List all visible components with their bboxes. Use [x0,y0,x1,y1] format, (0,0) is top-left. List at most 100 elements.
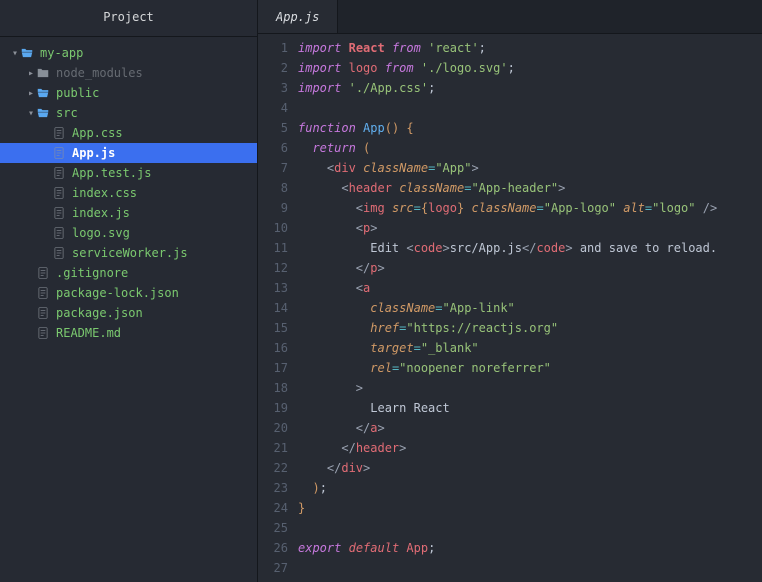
line-number: 17 [258,358,288,378]
file-icon [52,166,66,180]
code-line[interactable]: > [298,378,762,398]
line-number: 23 [258,478,288,498]
tree-item-label: src [56,106,78,120]
tree-item-index-js[interactable]: ▸index.js [0,203,257,223]
code-line[interactable]: Learn React [298,398,762,418]
code-line[interactable]: import logo from './logo.svg'; [298,58,762,78]
file-icon [52,246,66,260]
code-line[interactable]: </a> [298,418,762,438]
line-number: 11 [258,238,288,258]
tree-item-package-json[interactable]: ▸package.json [0,303,257,323]
code-line[interactable]: return ( [298,138,762,158]
folder-closed-icon [36,66,50,80]
code-line[interactable]: </header> [298,438,762,458]
code-line[interactable]: </div> [298,458,762,478]
line-number: 25 [258,518,288,538]
code-line[interactable]: <div className="App"> [298,158,762,178]
tree-item-app-test-js[interactable]: ▸App.test.js [0,163,257,183]
line-number: 6 [258,138,288,158]
file-icon [36,326,50,340]
line-number: 7 [258,158,288,178]
chevron-right-icon[interactable]: ▸ [26,68,36,79]
tree-item-app-css[interactable]: ▸App.css [0,123,257,143]
tree-item-serviceworker-js[interactable]: ▸serviceWorker.js [0,243,257,263]
code-line[interactable]: Edit <code>src/App.js</code> and save to… [298,238,762,258]
folder-open-icon [20,46,34,60]
code-line[interactable]: export default App; [298,538,762,558]
tree-item-app-js[interactable]: ▸App.js [0,143,257,163]
code-content[interactable]: import React from 'react';import logo fr… [298,34,762,582]
line-number: 15 [258,318,288,338]
tree-item-label: node_modules [56,66,143,80]
code-line[interactable] [298,98,762,118]
line-number: 8 [258,178,288,198]
tree-item-readme-md[interactable]: ▸README.md [0,323,257,343]
line-number: 19 [258,398,288,418]
code-line[interactable]: </p> [298,258,762,278]
editor: App.js 123456789101112131415161718192021… [258,0,762,582]
tree-item-my-app[interactable]: ▾ my-app [0,43,257,63]
code-line[interactable]: href="https://reactjs.org" [298,318,762,338]
tree-item--gitignore[interactable]: ▸.gitignore [0,263,257,283]
tree-item-label: public [56,86,99,100]
folder-open-icon [36,86,50,100]
tab-appjs[interactable]: App.js [258,0,338,33]
line-number: 26 [258,538,288,558]
line-number: 14 [258,298,288,318]
line-number: 5 [258,118,288,138]
tree-item-label: package.json [56,306,143,320]
code-line[interactable]: rel="noopener noreferrer" [298,358,762,378]
tree-item-label: logo.svg [72,226,130,240]
tabbar: App.js [258,0,762,34]
tree-item-index-css[interactable]: ▸index.css [0,183,257,203]
line-number: 3 [258,78,288,98]
code-line[interactable]: className="App-link" [298,298,762,318]
code-line[interactable] [298,558,762,578]
chevron-right-icon[interactable]: ▸ [26,88,36,99]
file-icon [52,186,66,200]
file-icon [36,306,50,320]
tree-item-label: my-app [40,46,83,60]
line-number: 1 [258,38,288,58]
tree-item-label: package-lock.json [56,286,179,300]
file-icon [52,126,66,140]
tree-item-public[interactable]: ▸ public [0,83,257,103]
line-number: 10 [258,218,288,238]
file-icon [52,226,66,240]
file-icon [36,286,50,300]
project-title: Project [103,10,154,24]
chevron-down-icon[interactable]: ▾ [26,108,36,119]
code-line[interactable]: target="_blank" [298,338,762,358]
sidebar: Project ▾ my-app ▸ node_modules ▸ public ▾ src ▸… [0,0,258,582]
code-line[interactable]: <a [298,278,762,298]
tree-item-label: index.css [72,186,137,200]
code-line[interactable]: } [298,498,762,518]
tree-item-package-lock-json[interactable]: ▸package-lock.json [0,283,257,303]
code-line[interactable]: <p> [298,218,762,238]
tree-item-src[interactable]: ▾ src [0,103,257,123]
line-number: 21 [258,438,288,458]
line-number: 27 [258,558,288,578]
tab-label: App.js [276,10,319,24]
file-tree: ▾my-app▸node_modules▸public▾src▸App.css▸… [0,37,257,349]
code-line[interactable]: function App() { [298,118,762,138]
file-icon [36,266,50,280]
line-number: 2 [258,58,288,78]
line-number: 12 [258,258,288,278]
code-line[interactable]: import './App.css'; [298,78,762,98]
line-number: 13 [258,278,288,298]
line-number: 16 [258,338,288,358]
tree-item-node-modules[interactable]: ▸ node_modules [0,63,257,83]
file-icon [52,206,66,220]
line-gutter: 1234567891011121314151617181920212223242… [258,34,298,582]
project-header: Project [0,0,257,37]
code-line[interactable]: <header className="App-header"> [298,178,762,198]
code-area[interactable]: 1234567891011121314151617181920212223242… [258,34,762,582]
code-line[interactable]: ); [298,478,762,498]
code-line[interactable] [298,518,762,538]
chevron-down-icon[interactable]: ▾ [10,48,20,59]
code-line[interactable]: <img src={logo} className="App-logo" alt… [298,198,762,218]
code-line[interactable]: import React from 'react'; [298,38,762,58]
line-number: 4 [258,98,288,118]
tree-item-logo-svg[interactable]: ▸logo.svg [0,223,257,243]
